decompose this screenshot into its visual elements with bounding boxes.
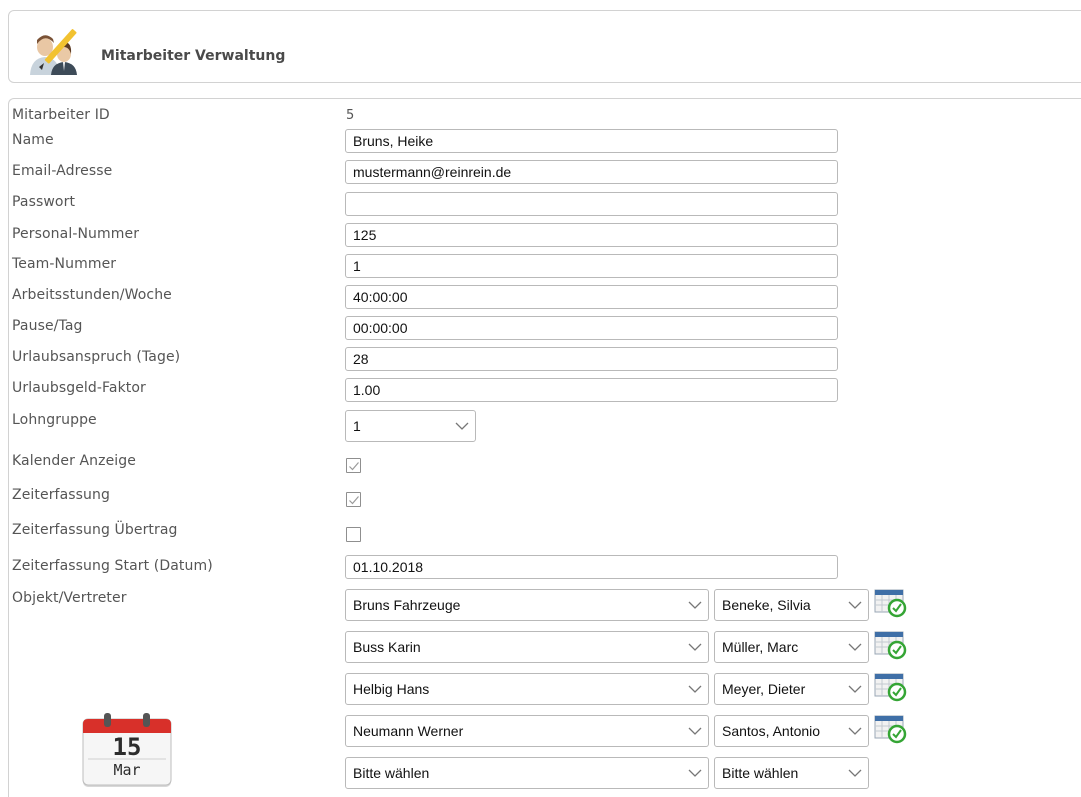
deputy-select[interactable]: Santos, Antonio — [714, 715, 869, 747]
time-tracking-transfer-checkbox[interactable] — [346, 527, 361, 542]
personal-number-label: Personal-Nummer — [12, 226, 140, 242]
chevron-down-icon — [688, 601, 702, 609]
calendar-clock-icon[interactable] — [874, 672, 908, 702]
pause-input[interactable]: 00:00:00 — [345, 316, 838, 340]
chevron-down-icon — [688, 685, 702, 693]
object-select[interactable]: Helbig Hans — [345, 673, 709, 705]
deputy-select-value: Müller, Marc — [722, 639, 799, 655]
calendar-day: 15 — [112, 733, 142, 761]
chevron-down-icon — [455, 422, 469, 430]
object-select-value: Helbig Hans — [353, 681, 430, 697]
chevron-down-icon — [848, 643, 862, 651]
team-number-input[interactable]: 1 — [345, 254, 838, 278]
calendar-clock-icon[interactable] — [874, 714, 908, 744]
deputy-select[interactable]: Müller, Marc — [714, 631, 869, 663]
chevron-down-icon — [688, 727, 702, 735]
deputy-select-value: Meyer, Dieter — [722, 681, 806, 697]
chevron-down-icon — [688, 643, 702, 651]
page-title: Mitarbeiter Verwaltung — [101, 48, 286, 64]
deputy-select-value: Bitte wählen — [722, 765, 799, 781]
vacation-factor-input[interactable]: 1.00 — [345, 378, 838, 402]
object-select-value: Bruns Fahrzeuge — [353, 597, 461, 613]
chevron-down-icon — [688, 769, 702, 777]
object-select-value: Buss Karin — [353, 639, 421, 655]
deputy-select-value: Santos, Antonio — [722, 723, 821, 739]
calendar-display-label: Kalender Anzeige — [12, 453, 136, 469]
time-tracking-start-input[interactable]: 01.10.2018 — [345, 555, 838, 579]
name-label: Name — [12, 132, 54, 148]
calendar-display-checkbox[interactable] — [346, 458, 361, 473]
personal-number-input[interactable]: 125 — [345, 223, 838, 247]
chevron-down-icon — [848, 601, 862, 609]
vacation-days-input[interactable]: 28 — [345, 347, 838, 371]
deputy-select[interactable]: Bitte wählen — [714, 757, 869, 789]
vacation-factor-label: Urlaubsgeld-Faktor — [12, 380, 146, 396]
object-select[interactable]: Bruns Fahrzeuge — [345, 589, 709, 621]
password-label: Passwort — [12, 194, 76, 210]
email-label: Email-Adresse — [12, 163, 113, 179]
name-input[interactable]: Bruns, Heike — [345, 129, 838, 153]
time-tracking-checkbox[interactable] — [346, 492, 361, 507]
time-tracking-label: Zeiterfassung — [12, 487, 110, 503]
chevron-down-icon — [848, 685, 862, 693]
deputy-select[interactable]: Beneke, Silvia — [714, 589, 869, 621]
object-select-value: Bitte wählen — [353, 765, 430, 781]
wage-group-select[interactable]: 1 — [345, 410, 476, 442]
employee-id-label: Mitarbeiter ID — [12, 107, 110, 123]
calendar-clock-icon[interactable] — [874, 630, 908, 660]
check-icon — [349, 496, 359, 505]
object-select[interactable]: Bitte wählen — [345, 757, 709, 789]
time-tracking-start-label: Zeiterfassung Start (Datum) — [12, 558, 213, 574]
chevron-down-icon — [848, 727, 862, 735]
time-tracking-transfer-label: Zeiterfassung Übertrag — [12, 522, 178, 538]
objects-label: Objekt/Vertreter — [12, 590, 127, 606]
pause-label: Pause/Tag — [12, 318, 83, 334]
deputy-select-value: Beneke, Silvia — [722, 597, 811, 613]
team-number-label: Team-Nummer — [12, 256, 117, 272]
object-select[interactable]: Neumann Werner — [345, 715, 709, 747]
calendar-month: Mar — [113, 761, 141, 779]
email-input[interactable]: mustermann@reinrein.de — [345, 160, 838, 184]
header-panel: Mitarbeiter Verwaltung — [8, 10, 1081, 83]
check-icon — [349, 462, 359, 471]
deputy-select[interactable]: Meyer, Dieter — [714, 673, 869, 705]
calendar-clock-icon[interactable] — [874, 588, 908, 618]
chevron-down-icon — [848, 769, 862, 777]
work-hours-input[interactable]: 40:00:00 — [345, 285, 838, 309]
wage-group-value: 1 — [353, 418, 361, 434]
employee-id-value: 5 — [346, 108, 355, 123]
object-select[interactable]: Buss Karin — [345, 631, 709, 663]
work-hours-label: Arbeitsstunden/Woche — [12, 287, 172, 303]
user-edit-icon — [30, 29, 77, 75]
calendar-date-widget[interactable]: 15 Mar — [80, 711, 174, 789]
vacation-days-label: Urlaubsanspruch (Tage) — [12, 349, 181, 365]
password-input[interactable] — [345, 192, 838, 216]
object-select-value: Neumann Werner — [353, 723, 464, 739]
wage-group-label: Lohngruppe — [12, 412, 97, 428]
